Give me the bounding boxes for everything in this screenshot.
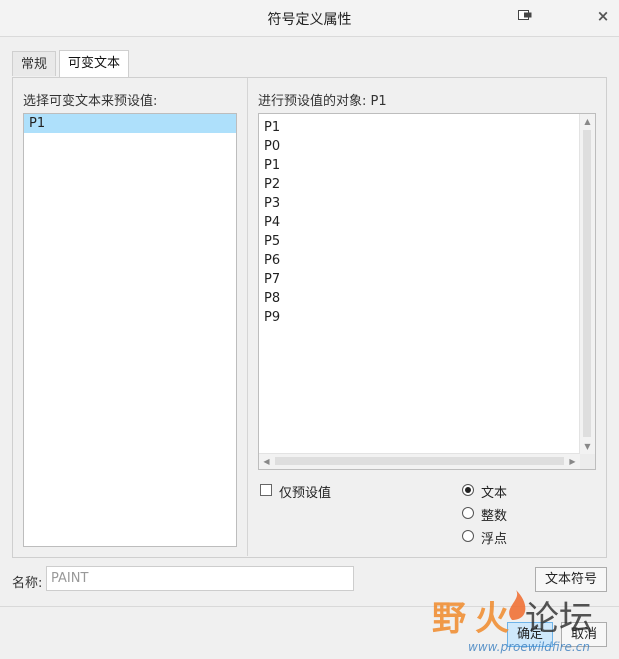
preset-only-checkbox[interactable] xyxy=(260,484,272,496)
scroll-corner xyxy=(580,454,595,469)
left-list-label: 选择可变文本来预设值: xyxy=(23,94,158,109)
radio-text[interactable] xyxy=(462,484,474,496)
window-pin-icon[interactable] xyxy=(518,10,532,20)
vertical-scroll-thumb[interactable] xyxy=(583,130,591,437)
preset-value-item[interactable]: P7 xyxy=(259,270,595,289)
radio-float[interactable] xyxy=(462,530,474,542)
preset-value-item[interactable]: P4 xyxy=(259,213,595,232)
tab-variable-text[interactable]: 可变文本 xyxy=(59,50,130,77)
radio-float-label[interactable]: 浮点 xyxy=(481,528,507,547)
title-bar: 符号定义属性 × xyxy=(0,0,619,37)
panel-divider xyxy=(247,78,248,556)
footer-separator xyxy=(0,606,619,607)
radio-integer-label[interactable]: 整数 xyxy=(481,505,507,524)
svg-text:火: 火 xyxy=(475,599,509,639)
name-field[interactable] xyxy=(46,566,354,591)
vertical-scrollbar[interactable]: ▲ ▼ xyxy=(579,114,595,454)
tab-variable-text-label: 可变文本 xyxy=(68,56,121,71)
ok-button[interactable]: 确定 xyxy=(507,622,553,647)
right-list-label: 进行预设值的对象: P1 xyxy=(258,94,387,109)
variable-text-list[interactable]: P1 xyxy=(23,113,237,547)
svg-text:野: 野 xyxy=(432,599,466,639)
horizontal-scrollbar[interactable]: ◀ ▶ xyxy=(259,453,580,469)
name-label: 名称: xyxy=(12,576,43,591)
radio-integer[interactable] xyxy=(462,507,474,519)
preset-value-item[interactable]: P1 xyxy=(259,118,595,137)
preset-value-item[interactable]: P6 xyxy=(259,251,595,270)
text-symbol-button[interactable]: 文本符号 xyxy=(535,567,607,592)
preset-value-item[interactable]: P1 xyxy=(259,156,595,175)
scroll-down-icon[interactable]: ▼ xyxy=(580,439,595,454)
variable-text-list-item[interactable]: P1 xyxy=(24,114,236,133)
preset-value-item[interactable]: P9 xyxy=(259,308,595,327)
preset-values-list[interactable]: P1 P0 P1 P2 P3 P4 P5 P6 P7 P8 P9 ▲ ▼ ◀ ▶ xyxy=(258,113,596,470)
preset-value-item[interactable]: P2 xyxy=(259,175,595,194)
scroll-up-icon[interactable]: ▲ xyxy=(580,114,595,129)
preset-only-label[interactable]: 仅预设值 xyxy=(279,482,331,501)
tab-general-label: 常规 xyxy=(21,57,48,72)
scroll-left-icon[interactable]: ◀ xyxy=(259,454,274,469)
preset-value-item[interactable]: P0 xyxy=(259,137,595,156)
preset-value-item[interactable]: P5 xyxy=(259,232,595,251)
close-icon[interactable]: × xyxy=(596,8,610,24)
preset-value-item[interactable]: P8 xyxy=(259,289,595,308)
scroll-right-icon[interactable]: ▶ xyxy=(565,454,580,469)
tab-general[interactable]: 常规 xyxy=(12,51,57,76)
cancel-button[interactable]: 取消 xyxy=(561,622,607,647)
horizontal-scroll-thumb[interactable] xyxy=(275,457,564,465)
preset-value-item[interactable]: P3 xyxy=(259,194,595,213)
radio-text-label[interactable]: 文本 xyxy=(481,482,507,501)
